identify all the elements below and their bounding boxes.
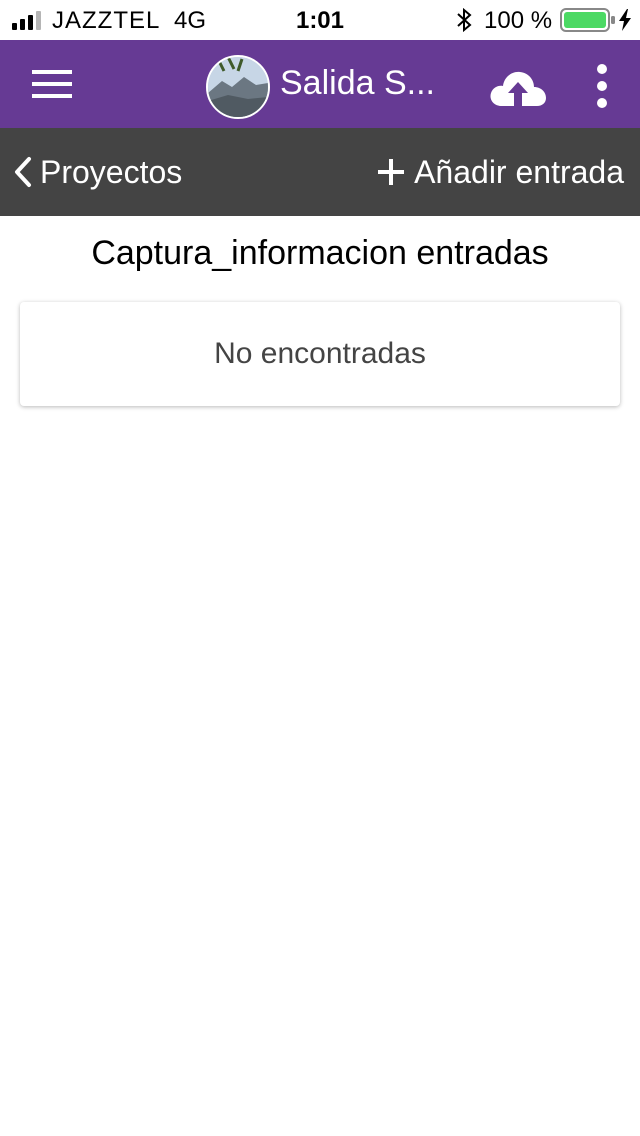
- add-entry-button[interactable]: Añadir entrada: [378, 150, 624, 194]
- add-entry-label: Añadir entrada: [414, 153, 624, 190]
- project-title: Salida S...: [280, 64, 435, 102]
- cloud-upload-icon[interactable]: [488, 68, 548, 108]
- chevron-left-icon: [15, 157, 31, 187]
- hamburger-menu-icon[interactable]: [28, 66, 76, 102]
- back-button[interactable]: Proyectos: [12, 150, 182, 194]
- project-avatar[interactable]: [206, 55, 270, 119]
- charging-bolt-icon: [619, 9, 631, 31]
- battery-percentage: 100 %: [484, 7, 553, 34]
- more-vertical-icon[interactable]: [590, 64, 614, 108]
- battery-icon: [560, 8, 615, 32]
- status-bar: JAZZTEL 4G 1:01 100 %: [0, 0, 640, 40]
- mountain-photo: [208, 57, 268, 117]
- empty-state-card: No encontradas: [20, 302, 620, 406]
- bluetooth-icon: [457, 8, 472, 32]
- navigation-bar: Proyectos Añadir entrada: [0, 128, 640, 216]
- page-title: Captura_informacion entradas: [91, 234, 549, 272]
- app-bar: Salida S...: [0, 40, 640, 128]
- empty-state-message: No encontradas: [214, 337, 426, 370]
- plus-icon: [378, 159, 405, 185]
- back-button-label: Proyectos: [40, 153, 183, 190]
